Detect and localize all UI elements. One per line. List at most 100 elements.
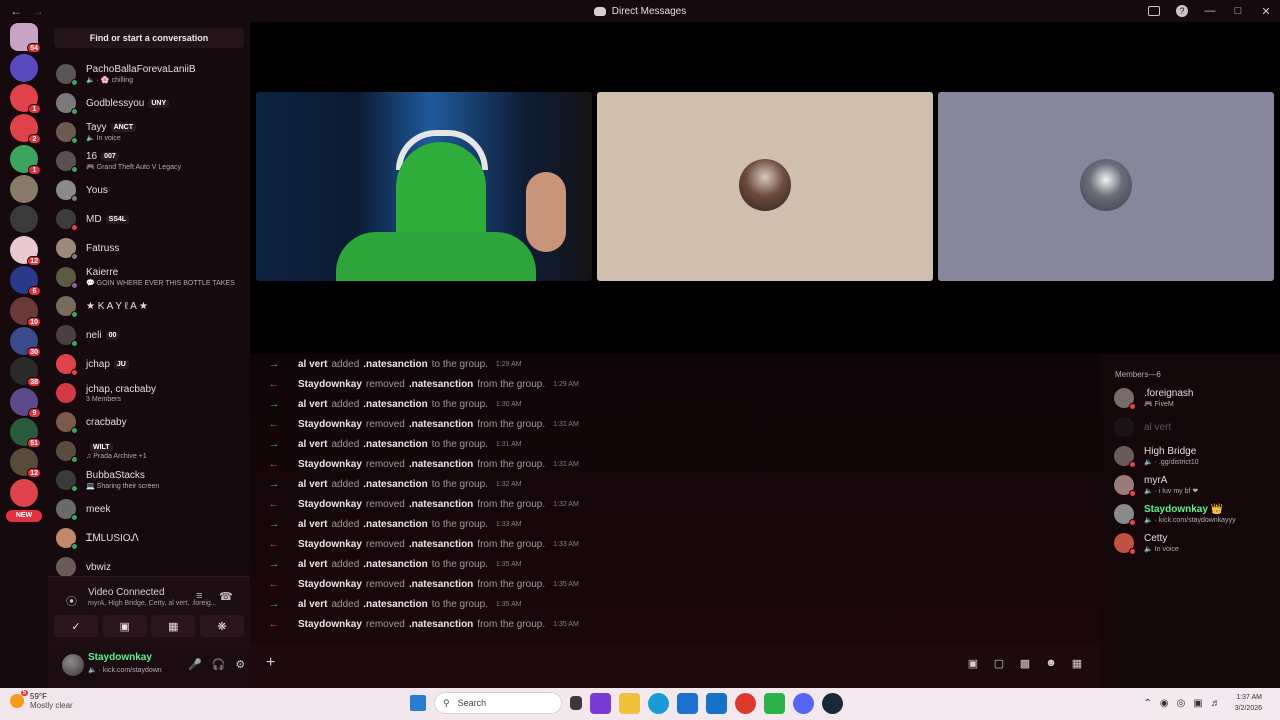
dm-item[interactable]: Tayy ANCT 🔈 In voice (56, 118, 246, 146)
server-icon[interactable]: 1 (10, 144, 41, 175)
avatar[interactable] (62, 654, 84, 676)
member-item[interactable]: Staydownkay 👑 🔈 · kick.com/staydownkayyy (1114, 500, 1274, 528)
message-actor[interactable]: Staydownkay (298, 619, 362, 630)
message-actor[interactable]: al vert (298, 599, 327, 610)
dm-item[interactable]: ★ K A Y ℓ A ★ (56, 292, 246, 320)
signal-icon[interactable]: ⦿ (66, 593, 77, 609)
gift-icon[interactable]: ▣ (966, 656, 980, 670)
dm-item[interactable]: ᏆᎷLUSIOᏁ (56, 524, 246, 552)
camera-off-button[interactable]: ✓ (54, 615, 98, 637)
message-actor[interactable]: al vert (298, 559, 327, 570)
outlook-icon[interactable] (706, 692, 727, 714)
back-arrow-icon[interactable]: ← (10, 4, 22, 18)
message-actor[interactable]: Staydownkay (298, 419, 362, 430)
member-item[interactable]: .foreignash 🎮 FiveM (1114, 384, 1274, 412)
task-view-icon[interactable] (570, 696, 582, 710)
dm-item[interactable]: jchap, cracbaby 3 Members (56, 379, 246, 407)
dm-item[interactable]: Yous (56, 176, 246, 204)
close-button[interactable]: ✕ (1252, 5, 1280, 18)
search-box[interactable]: ⚲ Search (434, 692, 562, 714)
dm-item[interactable]: 16 007 🎮 Grand Theft Auto V Legacy (56, 147, 246, 175)
video-tile-participant-2[interactable] (938, 92, 1274, 281)
dm-item[interactable]: vbwiz (56, 553, 246, 576)
message-actor[interactable]: Staydownkay (298, 379, 362, 390)
network-icon[interactable]: ▣ (1193, 698, 1202, 709)
server-icon[interactable] (10, 175, 38, 204)
message-target[interactable]: .natesanction (363, 599, 427, 610)
volume-icon[interactable]: ♬ (1211, 698, 1221, 709)
message-actor[interactable]: al vert (298, 519, 327, 530)
message-actor[interactable]: Staydownkay (298, 499, 362, 510)
dm-item[interactable]: meek (56, 495, 246, 523)
weather-widget[interactable]: 5 59°F Mostly clear (10, 690, 73, 710)
help-icon[interactable]: ? (1176, 5, 1188, 17)
message-target[interactable]: .natesanction (409, 499, 473, 510)
soundboard-icon[interactable]: ≡ (196, 590, 202, 602)
server-icon[interactable]: 2 (10, 114, 41, 145)
discord-icon[interactable] (793, 692, 814, 714)
gear-icon[interactable]: ⚙ (235, 658, 245, 671)
dm-item[interactable]: Godblessyou UNY (56, 89, 246, 117)
headphones-icon[interactable]: 🎧 (212, 658, 226, 671)
video-tile-participant-1[interactable] (597, 92, 933, 281)
message-target[interactable]: .natesanction (409, 379, 473, 390)
maximize-button[interactable]: □ (1224, 5, 1252, 17)
find-conversation-button[interactable]: Find or start a conversation (54, 28, 244, 48)
copilot-icon[interactable] (590, 692, 611, 714)
dm-item[interactable]: PachoBallaForevaLaniiB 🔈 · 🌸 chilling (56, 60, 246, 88)
dm-item[interactable]: MD SS4L (56, 205, 246, 233)
user-name[interactable]: Staydownkay (88, 652, 152, 663)
edge-icon[interactable] (648, 692, 669, 714)
server-icon[interactable]: 1 (10, 83, 41, 114)
chrome-icon[interactable] (735, 692, 756, 714)
server-icon[interactable] (10, 53, 38, 82)
emoji-icon[interactable]: ☻ (1044, 656, 1058, 670)
message-actor[interactable]: al vert (298, 439, 327, 450)
message-target[interactable]: .natesanction (409, 619, 473, 630)
message-target[interactable]: .natesanction (363, 479, 427, 490)
minimize-button[interactable]: — (1196, 5, 1224, 17)
media-icon[interactable] (764, 692, 785, 714)
dm-item[interactable]: Fatruss (56, 234, 246, 262)
message-target[interactable]: .natesanction (363, 359, 427, 370)
member-item[interactable]: al vert (1114, 413, 1274, 441)
file-explorer-icon[interactable] (619, 692, 640, 714)
message-actor[interactable]: al vert (298, 399, 327, 410)
server-icon[interactable]: 51 (10, 418, 41, 449)
clock[interactable]: 1:37 AM 3/2/2026 (1235, 692, 1262, 714)
server-icon[interactable]: 6 (10, 266, 41, 297)
member-item[interactable]: Cetty 🔈 In voice (1114, 529, 1274, 557)
message-actor[interactable]: Staydownkay (298, 579, 362, 590)
sticker-icon[interactable]: ▩ (1018, 656, 1032, 670)
forward-arrow-icon[interactable]: → (32, 4, 44, 18)
dm-item[interactable]: jchap JU (56, 350, 246, 378)
message-actor[interactable]: Staydownkay (298, 459, 362, 470)
server-icon[interactable]: 30 (10, 326, 41, 357)
dm-item[interactable]: neli 00 (56, 321, 246, 349)
steam-icon[interactable] (822, 692, 843, 714)
server-icon[interactable]: 54 (10, 23, 41, 54)
store-icon[interactable] (677, 692, 698, 714)
message-target[interactable]: .natesanction (363, 519, 427, 530)
server-icon[interactable]: 9 (10, 387, 41, 418)
add-attachment-icon[interactable]: + (266, 654, 275, 672)
server-icon[interactable]: 38 (10, 357, 41, 388)
message-actor[interactable]: al vert (298, 359, 327, 370)
message-target[interactable]: .natesanction (409, 459, 473, 470)
disconnect-icon[interactable]: ☎ (219, 590, 233, 603)
apps-icon[interactable]: ▦ (1070, 656, 1084, 670)
server-icon[interactable] (10, 478, 38, 507)
message-actor[interactable]: al vert (298, 479, 327, 490)
member-item[interactable]: High Bridge 🔈 · .gg/district10 (1114, 442, 1274, 470)
microphone-icon[interactable]: 🎤 (188, 658, 202, 671)
security-icon[interactable]: ◉ (1160, 698, 1169, 709)
activities-button[interactable]: ▦ (151, 615, 196, 637)
dm-item[interactable]: WILT ♫ Prada Archive +1 (56, 437, 246, 465)
message-actor[interactable]: Staydownkay (298, 539, 362, 550)
server-icon[interactable] (10, 205, 38, 234)
video-tile-camera[interactable] (256, 92, 592, 281)
server-icon[interactable]: 10 (10, 296, 41, 327)
message-target[interactable]: .natesanction (409, 539, 473, 550)
gif-icon[interactable]: ▢ (992, 656, 1006, 670)
new-unreads-pill[interactable]: NEW (6, 510, 42, 522)
